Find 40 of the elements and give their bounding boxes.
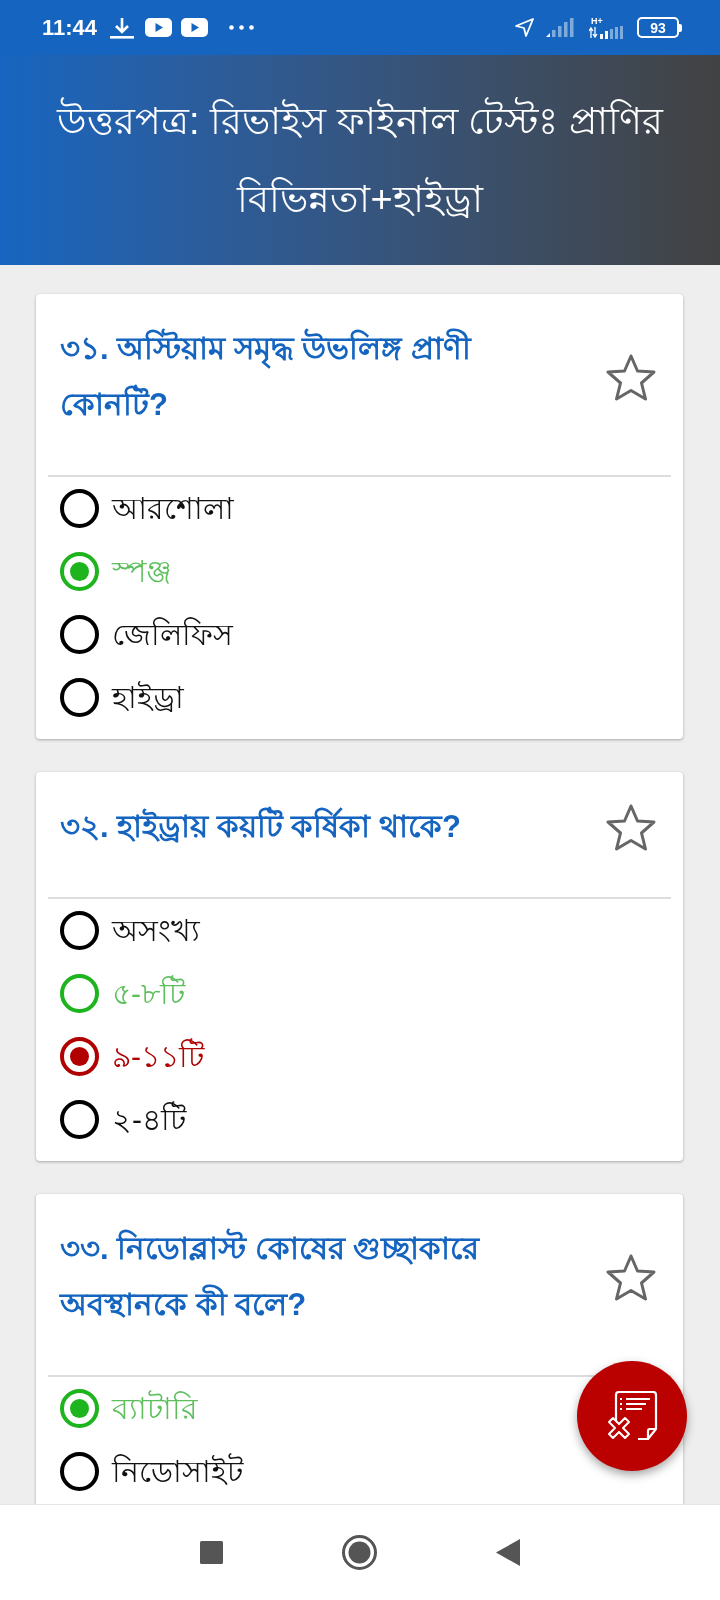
radio-button[interactable] (60, 1037, 99, 1076)
document-cross-icon (606, 1391, 658, 1441)
video-play-icon (181, 18, 209, 37)
option-text: ২-৪টি (112, 1100, 186, 1138)
radio-button[interactable] (60, 1452, 99, 1491)
signal-strength-icon (546, 18, 574, 37)
star-icon[interactable] (606, 353, 656, 401)
star-icon[interactable] (606, 1253, 656, 1301)
radio-button[interactable] (60, 615, 99, 654)
mobile-signal-icon (589, 26, 626, 39)
radio-button[interactable] (60, 1389, 99, 1428)
radio-button[interactable] (60, 678, 99, 717)
option-text: নিডোসাইট (112, 1452, 243, 1490)
star-icon[interactable] (606, 803, 656, 851)
radio-button[interactable] (60, 1100, 99, 1139)
option-text: ৯-১১টি (112, 1037, 204, 1075)
home-icon[interactable] (342, 1535, 377, 1570)
option-text: ব্যাটারি (112, 1389, 198, 1427)
download-icon (110, 16, 135, 39)
option-text: ৫-৮টি (112, 974, 185, 1012)
radio-button[interactable] (60, 911, 99, 950)
clock-time: 11:44 (42, 15, 98, 40)
option-text: আরশোলা (112, 490, 234, 527)
question-text: ৩২. হাইড্রায় কয়টি কর্ষিকা থাকে? (60, 799, 461, 855)
back-icon[interactable] (496, 1539, 520, 1566)
option-text: অসংখ্য (112, 912, 200, 949)
question-text: ৩৩. নিডোব্লাস্ট কোষের গুচ্ছাকারে অবস্থানকে কী বলে? (60, 1221, 500, 1333)
location-arrow-icon (515, 18, 534, 37)
radio-button[interactable] (60, 974, 99, 1013)
option-text: জেলিফিস (112, 616, 233, 653)
page-title: উত্তরপত্র: রিভাইস ফাইনাল টেস্টঃ প্রাণির বিভিন্নতা+হাইড্রা (40, 82, 680, 238)
battery-indicator: 93 (637, 17, 682, 38)
question-text: ৩১. অস্টিয়াম সমৃদ্ধ উভলিঙ্গ প্রাণী কোনটি? (60, 321, 500, 433)
more-dots-icon (229, 25, 255, 30)
radio-button[interactable] (60, 489, 99, 528)
option-text: স্পঞ্জ (112, 553, 172, 590)
video-play-icon (145, 18, 173, 37)
radio-button[interactable] (60, 552, 99, 591)
option-text: হাইড্রা (112, 679, 184, 716)
network-type: H+ (591, 16, 603, 26)
